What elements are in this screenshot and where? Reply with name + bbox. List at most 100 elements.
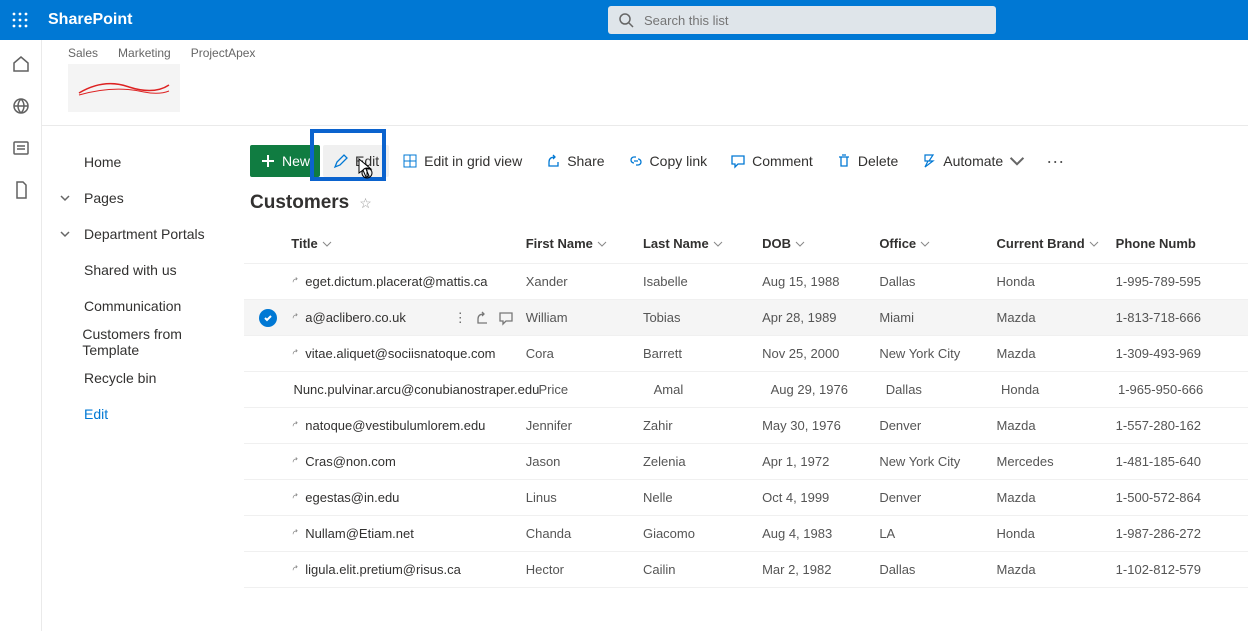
row-phone: 1-102-812-579 — [1116, 562, 1248, 577]
row-dob: Apr 1, 1972 — [762, 454, 879, 469]
row-brand: Mercedes — [997, 454, 1116, 469]
row-title[interactable]: Cras@non.com — [305, 454, 396, 469]
row-phone: 1-557-280-162 — [1116, 418, 1248, 433]
grid-header: Title First Name Last Name DOB Office Cu… — [244, 224, 1248, 264]
nav-communication[interactable]: Communication — [52, 288, 232, 324]
copy-link-button[interactable]: Copy link — [618, 145, 718, 177]
home-icon[interactable] — [11, 54, 31, 74]
table-row[interactable]: a@aclibero.co.uk⋮WilliamTobiasApr 28, 19… — [244, 300, 1248, 336]
delete-button[interactable]: Delete — [826, 145, 908, 177]
automate-button[interactable]: Automate — [911, 145, 1035, 177]
chevron-down-icon — [60, 229, 70, 239]
nav-edit[interactable]: Edit — [52, 396, 232, 432]
table-row[interactable]: ligula.elit.pretium@risus.caHectorCailin… — [244, 552, 1248, 588]
row-office: New York City — [879, 454, 996, 469]
row-brand: Mazda — [997, 562, 1116, 577]
row-phone: 1-309-493-969 — [1116, 346, 1248, 361]
row-office: Dallas — [879, 562, 996, 577]
row-brand: Honda — [1001, 382, 1118, 397]
share-button[interactable]: Share — [535, 145, 614, 177]
table-row[interactable]: natoque@vestibulumlorem.eduJenniferZahir… — [244, 408, 1248, 444]
plus-icon — [260, 153, 276, 169]
row-selected-icon[interactable] — [259, 309, 277, 327]
favorite-icon[interactable]: ☆ — [359, 195, 372, 212]
row-title[interactable]: ligula.elit.pretium@risus.ca — [305, 562, 461, 577]
row-last-name: Nelle — [643, 490, 762, 505]
table-row[interactable]: egestas@in.eduLinusNelleOct 4, 1999Denve… — [244, 480, 1248, 516]
nav-shared[interactable]: Shared with us — [52, 252, 232, 288]
nav-customers-template[interactable]: Customers from Template — [52, 324, 232, 360]
row-first-name: Cora — [526, 346, 643, 361]
row-brand: Honda — [997, 274, 1116, 289]
row-office: Denver — [879, 490, 996, 505]
globe-icon[interactable] — [11, 96, 31, 116]
search-box[interactable] — [608, 6, 996, 34]
row-dob: Oct 4, 1999 — [762, 490, 879, 505]
new-button[interactable]: New — [250, 145, 320, 177]
row-dob: Nov 25, 2000 — [762, 346, 879, 361]
row-title[interactable]: egestas@in.edu — [305, 490, 399, 505]
row-last-name: Isabelle — [643, 274, 762, 289]
row-dob: Aug 4, 1983 — [762, 526, 879, 541]
suite-title[interactable]: SharePoint — [48, 11, 132, 29]
row-last-name: Tobias — [643, 310, 762, 325]
row-brand: Mazda — [997, 310, 1116, 325]
col-last-name[interactable]: Last Name — [643, 236, 762, 251]
table-row[interactable]: Cras@non.comJasonZeleniaApr 1, 1972New Y… — [244, 444, 1248, 480]
crumb-sales[interactable]: Sales — [68, 46, 98, 60]
row-title[interactable]: vitae.aliquet@sociisnatoque.com — [305, 346, 495, 361]
table-row[interactable]: vitae.aliquet@sociisnatoque.com CoraBarre… — [244, 336, 1248, 372]
col-dob[interactable]: DOB — [762, 236, 879, 251]
news-icon[interactable] — [11, 138, 31, 158]
table-row[interactable]: Nunc.pulvinar.arcu@conubianostraper.eduP… — [244, 372, 1248, 408]
row-title[interactable]: a@aclibero.co.uk — [305, 310, 406, 325]
col-first-name[interactable]: First Name — [526, 236, 643, 251]
list-grid: Title First Name Last Name DOB Office Cu… — [244, 224, 1248, 588]
nav-recycle-bin[interactable]: Recycle bin — [52, 360, 232, 396]
site-header: Sales Marketing ProjectApex — [42, 40, 1248, 126]
row-brand: Mazda — [997, 490, 1116, 505]
pencil-icon — [333, 153, 349, 169]
row-more-icon[interactable]: ⋮ — [454, 310, 466, 326]
col-office[interactable]: Office — [879, 236, 996, 251]
row-phone: 1-500-572-864 — [1116, 490, 1248, 505]
row-brand: Honda — [997, 526, 1116, 541]
row-dob: Aug 15, 1988 — [762, 274, 879, 289]
nav-pages[interactable]: Pages — [52, 180, 232, 216]
row-comment-icon[interactable] — [498, 310, 514, 326]
list-title: Customers — [250, 192, 349, 214]
row-share-icon[interactable] — [474, 310, 490, 326]
row-title[interactable]: Nunc.pulvinar.arcu@conubianostraper.edu — [293, 382, 539, 397]
row-office: Denver — [879, 418, 996, 433]
row-office: Dallas — [886, 382, 1001, 397]
crumb-marketing[interactable]: Marketing — [118, 46, 171, 60]
site-logo[interactable] — [68, 64, 180, 112]
row-title[interactable]: eget.dictum.placerat@mattis.ca — [305, 274, 487, 289]
more-button[interactable]: ··· — [1038, 151, 1072, 172]
crumb-projectapex[interactable]: ProjectApex — [191, 46, 256, 60]
row-last-name: Giacomo — [643, 526, 762, 541]
col-phone[interactable]: Phone Numb — [1116, 236, 1248, 251]
search-icon — [618, 12, 634, 28]
table-row[interactable]: Nullam@Etiam.netChandaGiacomoAug 4, 1983… — [244, 516, 1248, 552]
edit-grid-button[interactable]: Edit in grid view — [392, 145, 532, 177]
trash-icon — [836, 153, 852, 169]
edit-button[interactable]: Edit — [323, 145, 389, 177]
row-title[interactable]: natoque@vestibulumlorem.edu — [305, 418, 485, 433]
files-icon[interactable] — [11, 180, 31, 200]
search-input[interactable] — [642, 12, 986, 29]
row-title[interactable]: Nullam@Etiam.net — [305, 526, 414, 541]
col-brand[interactable]: Current Brand — [997, 236, 1116, 251]
share-icon — [545, 153, 561, 169]
share-badge-icon — [291, 492, 302, 503]
nav-home[interactable]: Home — [52, 144, 232, 180]
share-badge-icon — [291, 420, 302, 431]
row-brand: Mazda — [997, 346, 1116, 361]
app-launcher-icon[interactable] — [0, 0, 40, 40]
row-last-name: Barrett — [643, 346, 762, 361]
row-dob: May 30, 1976 — [762, 418, 879, 433]
col-title[interactable]: Title — [291, 236, 525, 251]
nav-department-portals[interactable]: Department Portals — [52, 216, 232, 252]
comment-button[interactable]: Comment — [720, 145, 823, 177]
table-row[interactable]: eget.dictum.placerat@mattis.caXanderIsab… — [244, 264, 1248, 300]
